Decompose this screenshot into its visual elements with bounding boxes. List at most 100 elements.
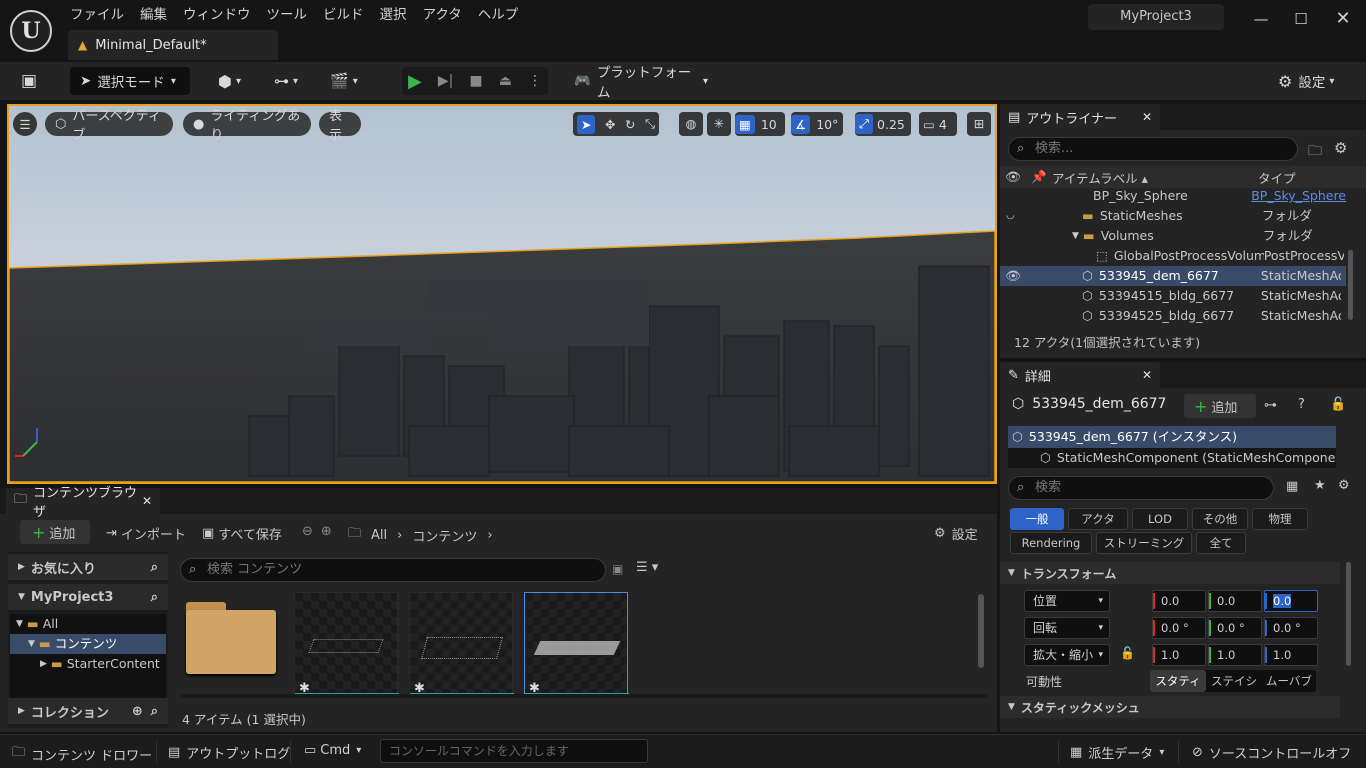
viewport-menu-icon[interactable]: ☰ bbox=[13, 112, 37, 136]
chevron-right-icon[interactable]: › bbox=[397, 528, 402, 543]
pin-icon[interactable]: 📌 bbox=[1026, 169, 1052, 185]
menu-item-file[interactable]: ファイル bbox=[62, 4, 132, 26]
filter-physics[interactable]: 物理 bbox=[1252, 508, 1308, 530]
list-item[interactable]: ⬡ StaticMeshComponent (StaticMeshCompone… bbox=[1008, 448, 1336, 468]
menu-item-help[interactable]: ヘルプ bbox=[470, 4, 527, 26]
menu-item-edit[interactable]: 編集 bbox=[132, 4, 175, 26]
lighting-button[interactable]: ● ライティングあり bbox=[183, 109, 311, 143]
filter-lod[interactable]: LOD bbox=[1132, 508, 1188, 530]
tree-item-content[interactable]: ▼ ▬ コンテンツ bbox=[10, 634, 166, 654]
menu-item-tools[interactable]: ツール bbox=[259, 4, 316, 26]
content-settings-button[interactable]: ⚙ 設定 bbox=[934, 524, 978, 543]
tree-item-starter-content[interactable]: ▶ ▬ StarterContent bbox=[10, 654, 166, 674]
add-button[interactable]: + 追加 bbox=[20, 520, 90, 544]
save-all-button[interactable]: ▣ すべて保存 bbox=[202, 524, 282, 543]
project-header[interactable]: ▼ MyProject3 ⌕ bbox=[8, 584, 168, 610]
location-z-field[interactable]: 0.0 bbox=[1264, 590, 1318, 612]
world-local-icon[interactable]: ◍ bbox=[679, 112, 703, 136]
menu-item-window[interactable]: ウィンドウ bbox=[175, 4, 259, 26]
add-component-button[interactable]: + 追加 bbox=[1184, 394, 1256, 418]
list-item[interactable]: ⬡ 53394525_bldg_6677 StaticMeshActor bbox=[1000, 306, 1346, 326]
col-item-label[interactable]: アイテムラベル ▴ bbox=[1052, 168, 1258, 187]
perspective-button[interactable]: ⬡ パースペクティブ bbox=[45, 109, 173, 143]
scale-snap[interactable]: ⤢ 0.25 bbox=[855, 112, 911, 136]
rotation-snap[interactable]: ∡ 10° bbox=[791, 112, 843, 136]
play-icon[interactable]: ▶ bbox=[408, 71, 422, 92]
blueprint-icon[interactable]: ⊶ bbox=[1264, 398, 1277, 413]
horizontal-scrollbar[interactable] bbox=[180, 694, 988, 698]
tree-item-all[interactable]: ▼ ▬ All bbox=[10, 614, 166, 634]
mobility-static[interactable]: スタティ bbox=[1150, 670, 1206, 692]
add-collection-icon[interactable]: ⊕ bbox=[132, 704, 143, 719]
list-item[interactable]: ⬚ GlobalPostProcessVolume PostProcessVol… bbox=[1000, 246, 1346, 266]
asset-thumbnail[interactable]: ✱ bbox=[409, 592, 514, 696]
close-tab-icon[interactable]: ✕ bbox=[1142, 368, 1152, 382]
add-actor-icon[interactable]: ⬢ ▾ bbox=[218, 67, 260, 95]
mobility-stationary[interactable]: ステイシ bbox=[1206, 673, 1262, 689]
menu-item-actor[interactable]: アクタ bbox=[415, 4, 470, 26]
location-x-field[interactable]: 0.0 bbox=[1152, 590, 1206, 612]
outliner-tab[interactable]: ▤ アウトライナー ✕ bbox=[1000, 104, 1160, 130]
scale-dropdown[interactable]: 拡大・縮小 ▾ bbox=[1024, 644, 1110, 666]
minimize-icon[interactable]: — bbox=[1240, 4, 1282, 34]
import-button[interactable]: ⇥ インポート bbox=[106, 524, 186, 543]
derived-data-button[interactable]: ▦ 派生データ ▾ bbox=[1070, 743, 1164, 762]
filter-actor[interactable]: アクタ bbox=[1068, 508, 1128, 530]
filter-rendering[interactable]: Rendering bbox=[1010, 532, 1092, 554]
breadcrumb-content[interactable]: コンテンツ bbox=[412, 526, 477, 545]
filter-icon[interactable]: ☰ ▾ bbox=[636, 560, 658, 575]
star-icon[interactable]: ★ bbox=[1314, 478, 1326, 493]
close-tab-icon[interactable]: ✕ bbox=[142, 494, 152, 508]
maximize-icon[interactable]: ☐ bbox=[1280, 4, 1322, 34]
details-search[interactable]: ⌕ 検索 bbox=[1008, 476, 1274, 500]
forward-icon[interactable]: ⊕ bbox=[321, 524, 332, 539]
asset-thumbnail-selected[interactable]: ✱ bbox=[524, 592, 629, 696]
col-type[interactable]: タイプ bbox=[1258, 168, 1296, 187]
search-icon[interactable]: ⌕ bbox=[151, 704, 158, 719]
hidden-eye-icon[interactable]: ◡ bbox=[1006, 206, 1018, 226]
save-search-icon[interactable]: ▣ bbox=[612, 562, 623, 576]
level-viewport[interactable]: ☰ ⬡ パースペクティブ ● ライティングあり 表示 ➤ ✥ ↻ ⤡ ◍ ✳ ▦… bbox=[7, 104, 997, 484]
source-control-button[interactable]: ⊘ ソースコントロールオフ bbox=[1192, 743, 1351, 762]
add-folder-icon[interactable]: 🗀 bbox=[1308, 140, 1322, 164]
menu-item-build[interactable]: ビルド bbox=[315, 4, 372, 26]
scale-z-field[interactable]: 1.0 bbox=[1264, 644, 1318, 666]
cinematics-icon[interactable]: 🎬 ▾ bbox=[330, 67, 372, 95]
static-mesh-section-header[interactable]: ▼ スタティックメッシュ bbox=[1000, 696, 1340, 718]
eye-icon[interactable]: 👁 bbox=[1000, 266, 1026, 286]
mobility-movable[interactable]: ムーバブ bbox=[1262, 673, 1316, 689]
output-log-button[interactable]: ▤ アウトプットログ bbox=[168, 743, 290, 762]
platforms-dropdown[interactable]: 🎮 プラットフォーム ▾ bbox=[574, 65, 708, 101]
filter-all[interactable]: 全て bbox=[1196, 532, 1246, 554]
eye-icon[interactable]: 👁 bbox=[1000, 169, 1026, 185]
list-item[interactable]: ◡ ▬ StaticMeshes フォルダ bbox=[1000, 206, 1346, 226]
surface-snap-icon[interactable]: ✳ bbox=[707, 112, 731, 136]
translate-tool-icon[interactable]: ✥ bbox=[605, 117, 615, 132]
list-item-selected[interactable]: ⬡ 533945_dem_6677 (インスタンス) bbox=[1008, 426, 1336, 448]
asset-folder[interactable] bbox=[184, 596, 278, 678]
select-tool-icon[interactable]: ➤ bbox=[577, 114, 596, 134]
scale-y-field[interactable]: 1.0 bbox=[1208, 644, 1262, 666]
rotation-z-field[interactable]: 0.0 ° bbox=[1264, 617, 1318, 639]
gear-icon[interactable]: ⚙ bbox=[1334, 139, 1347, 157]
rotation-dropdown[interactable]: 回転 ▾ bbox=[1024, 617, 1110, 639]
save-icon[interactable]: ▣ bbox=[16, 67, 42, 95]
lock-icon[interactable]: 🔓 bbox=[1120, 646, 1135, 660]
unreal-logo-icon[interactable]: U bbox=[10, 10, 52, 52]
blueprint-icon[interactable]: ⊶ ▾ bbox=[274, 67, 316, 95]
eject-icon[interactable]: ⏏ bbox=[499, 73, 512, 89]
back-icon[interactable]: ⊖ bbox=[302, 524, 313, 539]
console-input[interactable]: コンソールコマンドを入力します bbox=[380, 739, 648, 763]
settings-dropdown[interactable]: ⚙ 設定 ▾ bbox=[1278, 67, 1350, 95]
rotation-y-field[interactable]: 0.0 ° bbox=[1208, 617, 1262, 639]
list-item[interactable]: ▼ ▬ Volumes フォルダ bbox=[1000, 226, 1346, 246]
menu-item-select[interactable]: 選択 bbox=[372, 4, 415, 26]
search-icon[interactable]: ⌕ bbox=[151, 590, 158, 605]
search-icon[interactable]: ⌕ bbox=[151, 560, 158, 575]
outliner-search[interactable]: ⌕ 検索... bbox=[1008, 137, 1298, 161]
location-dropdown[interactable]: 位置 ▾ bbox=[1024, 590, 1110, 612]
location-y-field[interactable]: 0.0 bbox=[1208, 590, 1262, 612]
filter-other[interactable]: その他 bbox=[1192, 508, 1248, 530]
show-button[interactable]: 表示 bbox=[319, 109, 361, 143]
close-tab-icon[interactable]: ✕ bbox=[1142, 110, 1152, 124]
